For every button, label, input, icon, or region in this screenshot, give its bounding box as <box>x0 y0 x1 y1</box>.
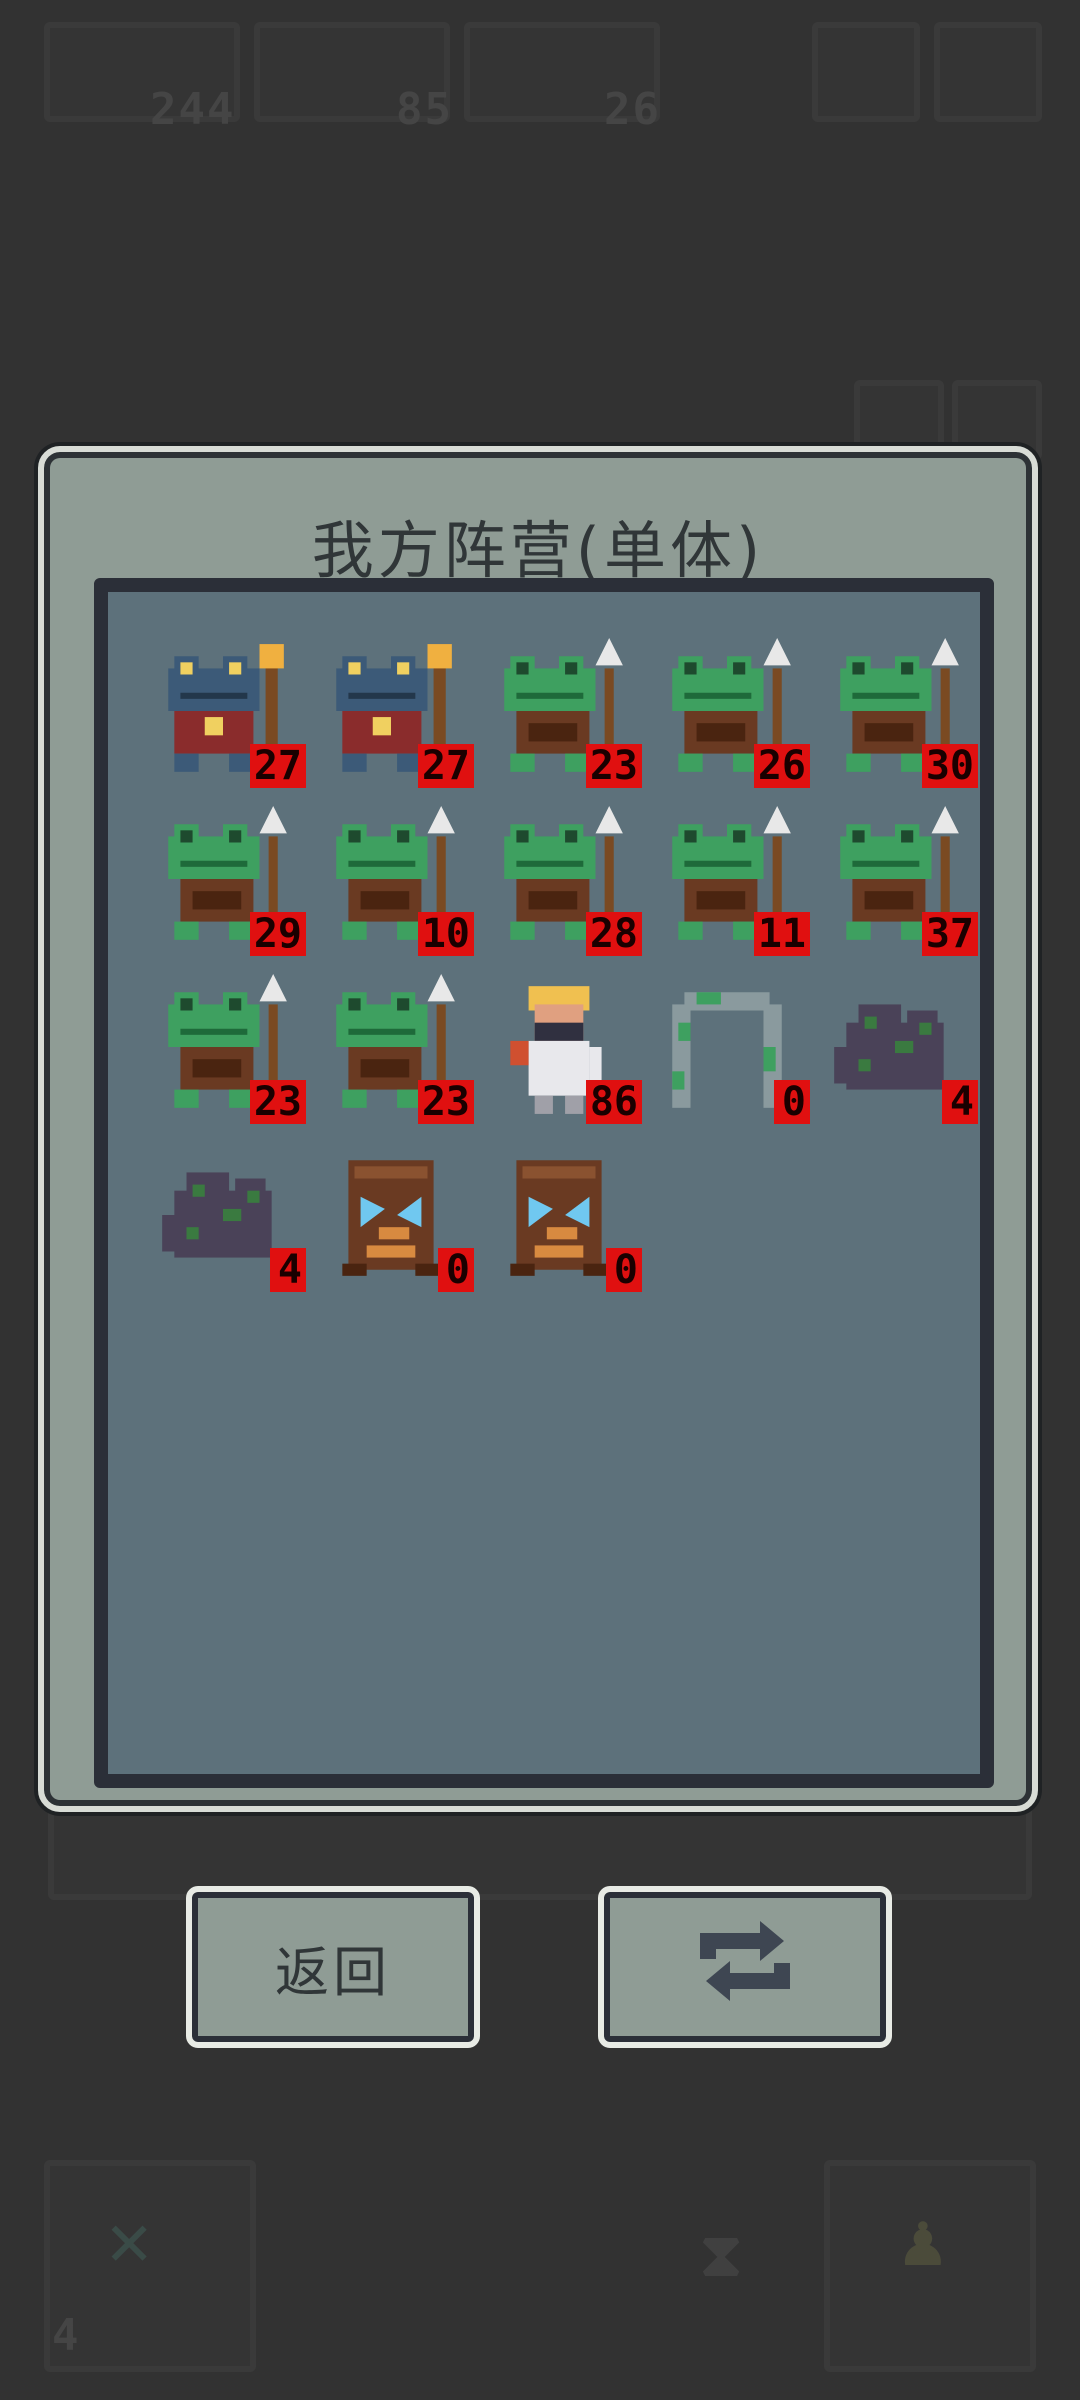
unit-slot[interactable]: 0 <box>648 968 816 1136</box>
unit-slot[interactable]: 27 <box>144 632 312 800</box>
unit-slot[interactable]: 30 <box>816 632 984 800</box>
swap-arrows-icon <box>690 1919 800 2016</box>
unit-count: 4 <box>270 1248 306 1292</box>
character-icon: ♟ <box>896 2210 950 2280</box>
unit-slot[interactable]: 23 <box>312 968 480 1136</box>
resource-3-value: 26 <box>604 84 661 135</box>
crossed-swords-icon: ✕ <box>104 2210 155 2280</box>
unit-slot[interactable]: 86 <box>480 968 648 1136</box>
hourglass-icon: ⧗ <box>700 2220 743 2290</box>
unit-count: 86 <box>585 1080 642 1124</box>
menu-button-bg <box>812 22 920 122</box>
unit-count: 0 <box>606 1248 642 1292</box>
unit-count: 26 <box>753 744 810 788</box>
unit-slot[interactable]: 11 <box>648 800 816 968</box>
settings-button-bg <box>934 22 1042 122</box>
unit-slot[interactable]: 0 <box>312 1136 480 1304</box>
unit-count: 0 <box>438 1248 474 1292</box>
unit-count: 37 <box>921 912 978 956</box>
unit-count: 29 <box>249 912 306 956</box>
unit-slot[interactable]: 4 <box>816 968 984 1136</box>
unit-count: 28 <box>585 912 642 956</box>
unit-slot[interactable]: 29 <box>144 800 312 968</box>
unit-count: 4 <box>942 1080 978 1124</box>
unit-slot[interactable]: 10 <box>312 800 480 968</box>
unit-slot[interactable]: 4 <box>144 1136 312 1304</box>
unit-slot[interactable]: 23 <box>480 632 648 800</box>
unit-count: 10 <box>417 912 474 956</box>
unit-count: 30 <box>921 744 978 788</box>
unit-slot[interactable]: 23 <box>144 968 312 1136</box>
swap-button[interactable] <box>598 1886 892 2048</box>
unit-count: 23 <box>417 1080 474 1124</box>
team-panel: 我方阵营(单体) 27 27 23 26 30 29 10 28 11 37 2… <box>38 446 1038 1812</box>
unit-slot[interactable]: 28 <box>480 800 648 968</box>
back-button[interactable]: 返回 <box>186 1886 480 2048</box>
skill-count: 4 <box>52 2310 81 2361</box>
unit-count: 11 <box>753 912 810 956</box>
unit-slot[interactable]: 37 <box>816 800 984 968</box>
resource-2-value: 85 <box>396 84 453 135</box>
unit-slot[interactable]: 0 <box>480 1136 648 1304</box>
unit-count: 27 <box>249 744 306 788</box>
unit-grid: 27 27 23 26 30 29 10 28 11 37 23 23 86 0… <box>144 632 984 1304</box>
unit-count: 27 <box>417 744 474 788</box>
back-button-label: 返回 <box>275 1940 391 2004</box>
panel-title: 我方阵营(单体) <box>311 514 765 587</box>
unit-count: 0 <box>774 1080 810 1124</box>
unit-slot[interactable]: 26 <box>648 632 816 800</box>
resource-1-value: 244 <box>150 84 236 135</box>
unit-slot[interactable]: 27 <box>312 632 480 800</box>
unit-count: 23 <box>585 744 642 788</box>
unit-list: 27 27 23 26 30 29 10 28 11 37 23 23 86 0… <box>94 578 994 1788</box>
unit-count: 23 <box>249 1080 306 1124</box>
